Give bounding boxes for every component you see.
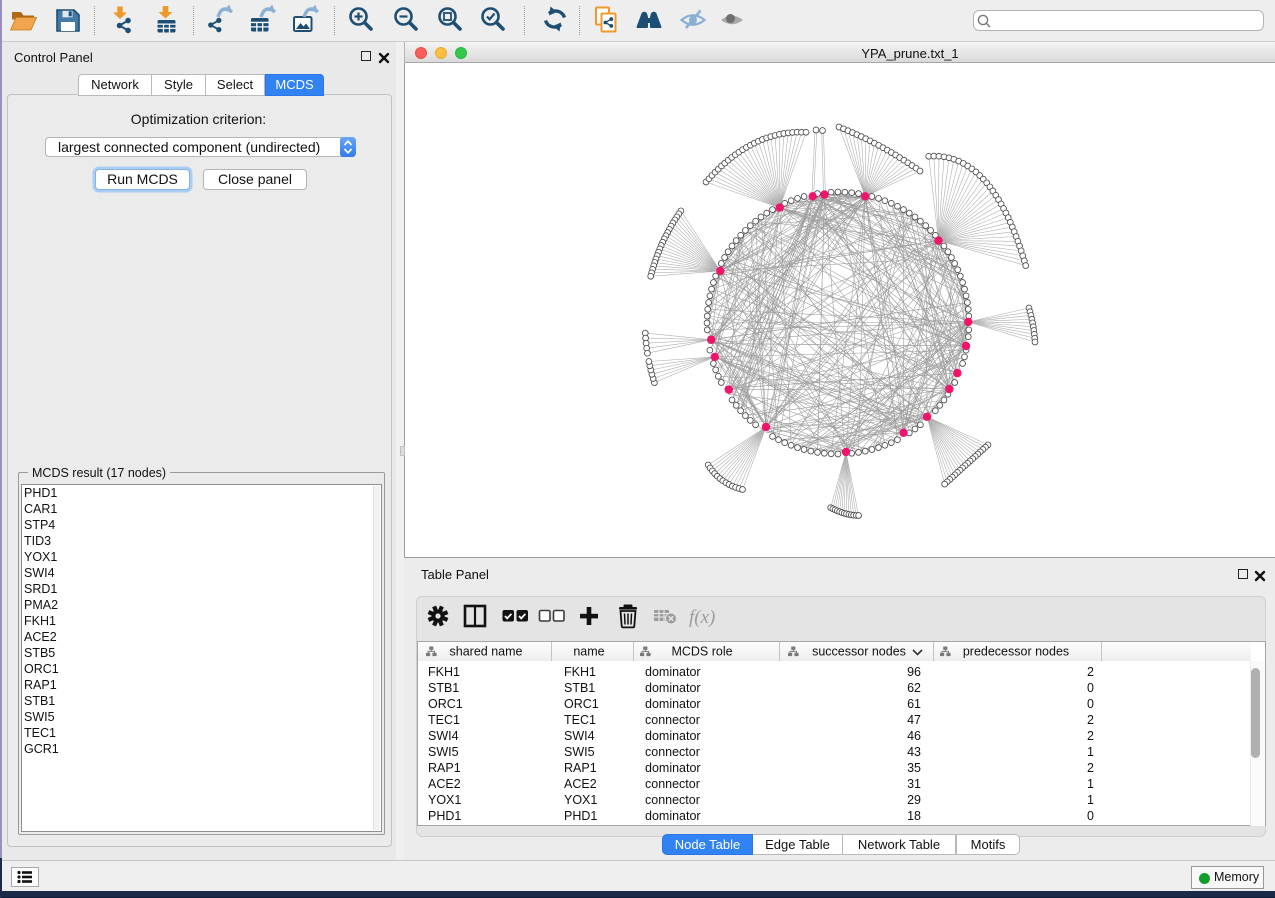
svg-text:predecessor nodes: predecessor nodes — [963, 645, 1069, 659]
svg-text:f(x): f(x) — [689, 607, 715, 628]
svg-text:MCDS role: MCDS role — [671, 645, 732, 659]
svg-text:successor nodes: successor nodes — [812, 645, 906, 659]
svg-text:shared name: shared name — [450, 645, 523, 659]
svg-text:name: name — [573, 645, 604, 659]
